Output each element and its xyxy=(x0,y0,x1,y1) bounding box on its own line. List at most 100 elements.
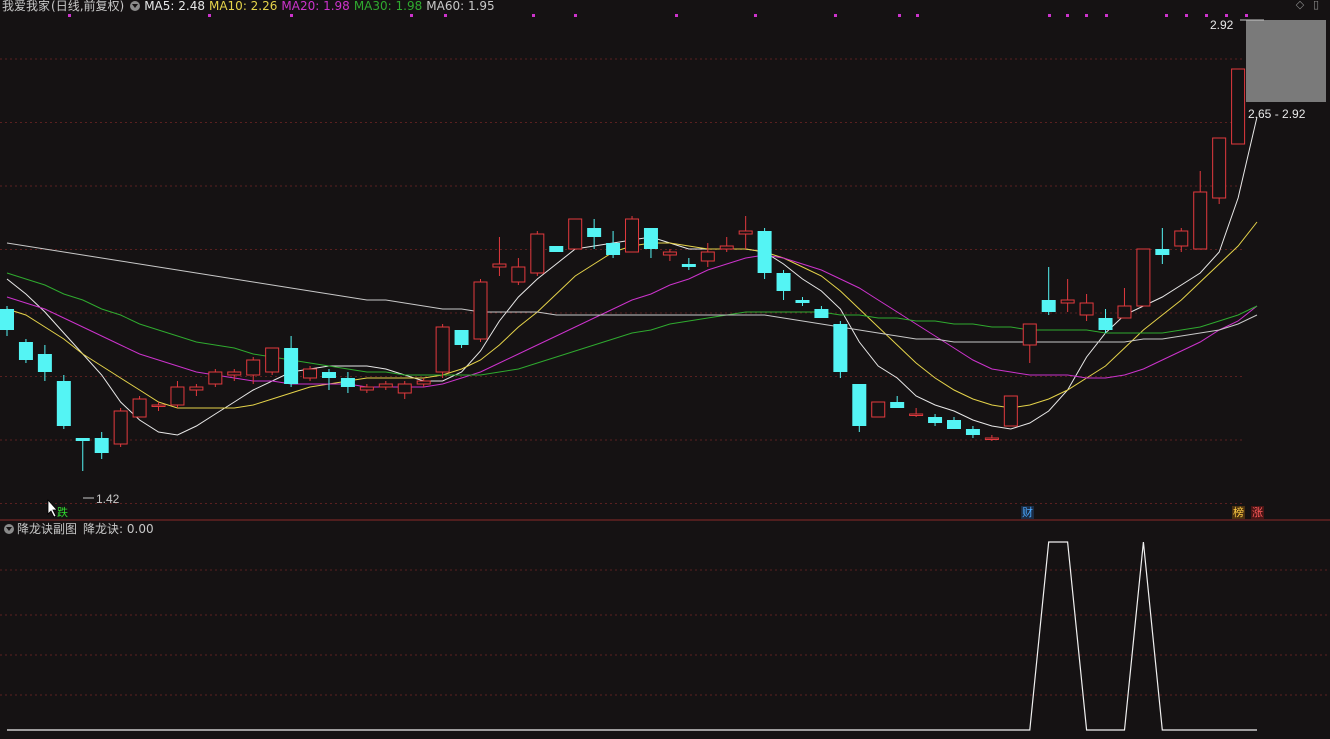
candle-up xyxy=(1212,137,1227,204)
candle-body xyxy=(606,243,621,255)
indicator-menu-icon[interactable] xyxy=(130,1,141,11)
candle-body xyxy=(738,230,753,235)
candle-down xyxy=(587,219,602,249)
candle-body xyxy=(814,309,829,318)
event-dot xyxy=(1048,14,1051,17)
event-dot xyxy=(1185,14,1188,17)
candle-up xyxy=(1117,288,1132,319)
candle-up xyxy=(1022,323,1037,363)
candle-body xyxy=(947,420,961,429)
candle-body xyxy=(208,371,223,385)
candle-body xyxy=(265,347,280,373)
candle-body xyxy=(378,383,393,388)
ma30-label: MA30: 1.98 xyxy=(353,0,423,13)
candle-body xyxy=(1136,248,1151,307)
candle-up xyxy=(871,401,886,418)
maximize-icon[interactable]: ▯ xyxy=(1310,0,1322,11)
candle-body xyxy=(871,401,886,418)
event-dot xyxy=(1105,14,1108,17)
candle-body xyxy=(852,384,867,426)
candle-down xyxy=(890,396,905,408)
event-dot xyxy=(834,14,837,17)
candle-down xyxy=(947,417,961,429)
low-price-label: 1.42 xyxy=(96,492,120,506)
candle-up xyxy=(662,249,677,261)
tag-bang[interactable]: 榜 xyxy=(1232,506,1245,519)
event-dot xyxy=(1245,14,1248,17)
candle-up xyxy=(1136,248,1151,307)
candle-body xyxy=(1079,302,1094,316)
candle-body xyxy=(625,218,640,253)
candle-up xyxy=(132,396,147,418)
sub-chart-title[interactable]: 降龙诀副图 xyxy=(17,522,77,536)
candle-body xyxy=(795,300,810,303)
candle-down xyxy=(321,369,336,390)
candle-up xyxy=(700,243,715,267)
candle-body xyxy=(1003,395,1018,427)
candle-body xyxy=(151,404,166,407)
event-dot xyxy=(410,14,413,17)
candle-body xyxy=(681,264,696,267)
candle-body xyxy=(909,413,924,416)
sub-chart-value: 降龙诀: 0.00 xyxy=(83,522,154,536)
candle-up xyxy=(738,216,753,249)
candle-down xyxy=(284,336,299,387)
stock-name[interactable]: 我爱我家 xyxy=(2,0,50,13)
candle-up xyxy=(492,237,507,276)
candle-body xyxy=(113,410,128,445)
candle-up xyxy=(909,408,924,417)
candle-body xyxy=(132,398,147,418)
event-dot xyxy=(898,14,901,17)
ma60-label: MA60: 1.95 xyxy=(426,0,495,13)
candle-up xyxy=(625,216,640,253)
candle-body xyxy=(37,354,52,372)
tag-zhang[interactable]: 涨 xyxy=(1251,506,1264,519)
candle-body xyxy=(928,417,943,423)
candle-body xyxy=(227,371,242,376)
event-dot xyxy=(916,14,919,17)
diamond-icon[interactable]: ◇ xyxy=(1294,0,1306,11)
candle-body xyxy=(1041,300,1056,312)
candle-body xyxy=(321,372,336,378)
tag-cai[interactable]: 财 xyxy=(1021,506,1034,519)
candle-body xyxy=(1022,323,1037,346)
candle-body xyxy=(549,246,564,252)
candle-up xyxy=(1174,228,1189,252)
candle-body xyxy=(700,251,715,262)
candle-up xyxy=(359,384,374,393)
ma10-label: MA10: 2.26 xyxy=(208,0,278,13)
sub-indicator-menu-icon[interactable] xyxy=(4,524,14,534)
candle-down xyxy=(1155,228,1170,264)
candle-down xyxy=(814,306,829,318)
event-dot xyxy=(68,14,71,17)
candle-body xyxy=(965,429,980,435)
event-dot xyxy=(754,14,757,17)
high-price-label: 2.92 xyxy=(1210,18,1234,32)
candle-up xyxy=(511,258,526,285)
candle-body xyxy=(56,381,71,426)
candle-down xyxy=(454,330,469,348)
tag-die[interactable]: 跌 xyxy=(56,506,69,519)
candle-down xyxy=(965,426,980,438)
candlestick-series xyxy=(0,68,1246,471)
candle-body xyxy=(0,309,14,330)
candle-body xyxy=(1231,68,1246,145)
event-dot xyxy=(1085,14,1088,17)
candle-down xyxy=(606,231,621,258)
candle-down xyxy=(340,372,355,393)
candle-down xyxy=(0,306,14,336)
event-dot xyxy=(574,14,577,17)
kline-chart-canvas[interactable]: 1.42 2.92 2.65 - 2.92 xyxy=(0,0,1330,739)
event-dot xyxy=(1205,14,1208,17)
sub-chart-header: 降龙诀副图 降龙诀: 0.00 xyxy=(2,521,154,537)
candle-body xyxy=(1212,137,1227,199)
candle-body xyxy=(416,380,431,385)
candle-body xyxy=(1098,318,1113,330)
candle-body xyxy=(94,438,109,453)
candle-down xyxy=(795,297,810,306)
candle-down xyxy=(776,270,791,300)
period-label: (日线,前复权) xyxy=(51,0,125,13)
candle-down xyxy=(852,384,867,432)
candle-body xyxy=(1193,191,1208,250)
candle-down xyxy=(549,246,564,252)
